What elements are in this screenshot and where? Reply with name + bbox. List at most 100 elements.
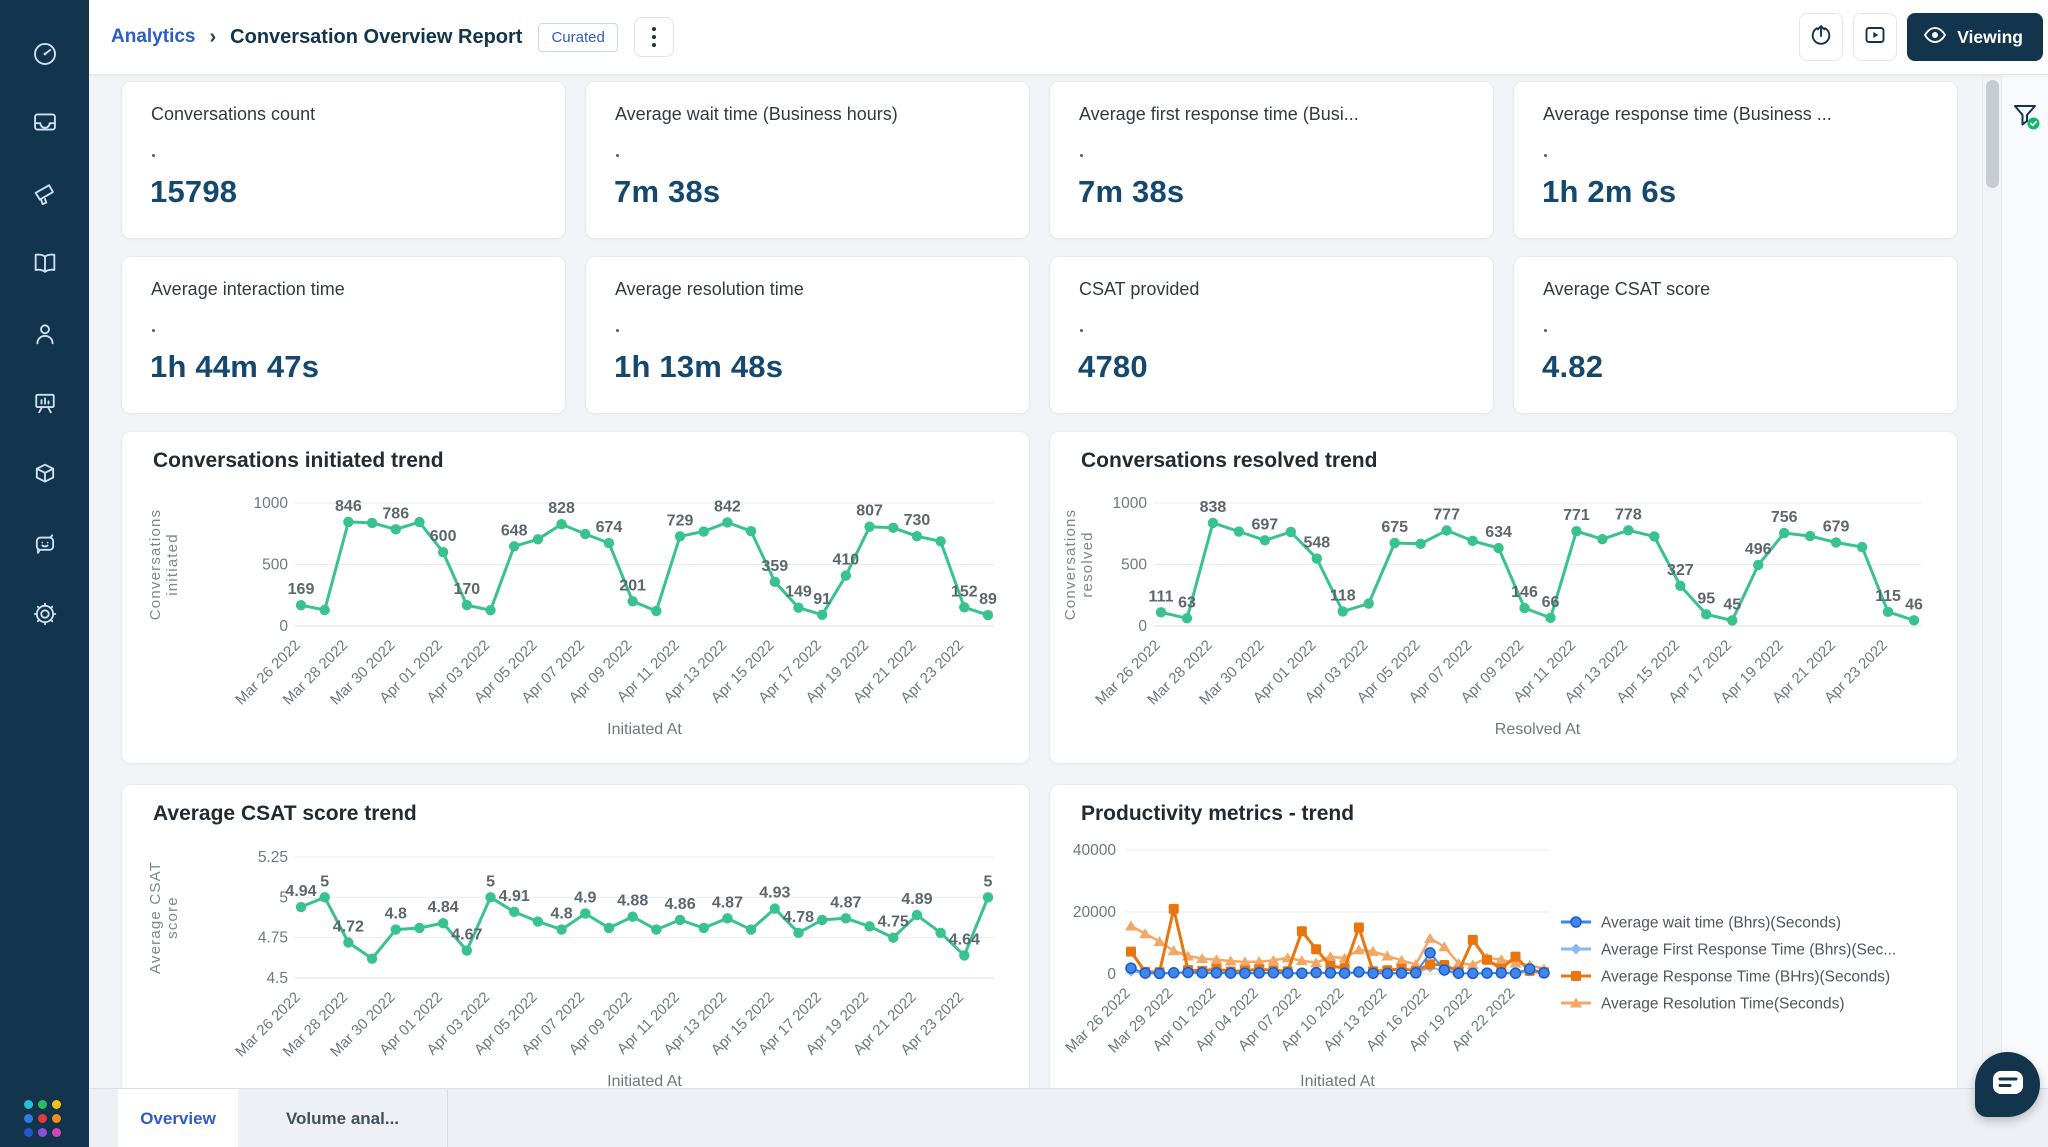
play-rectangle-icon: [1863, 23, 1887, 52]
svg-text:4.72: 4.72: [333, 919, 364, 936]
svg-text:5.25: 5.25: [258, 849, 288, 866]
chart-canvas[interactable]: 05001000ConversationsinitiatedMar 26 202…: [122, 432, 1031, 765]
kpi-dot: [1080, 154, 1083, 157]
svg-text:170: 170: [453, 581, 480, 598]
svg-text:63: 63: [1178, 594, 1196, 611]
svg-text:45: 45: [1723, 596, 1741, 613]
kpi-label: Average first response time (Busi...: [1079, 104, 1469, 125]
scrollbar-thumb[interactable]: [1986, 80, 1999, 188]
filter-funnel-icon: [2012, 122, 2042, 139]
kpi-dot: [1080, 329, 1083, 332]
svg-text:4.9: 4.9: [574, 889, 596, 906]
svg-text:828: 828: [548, 500, 575, 517]
svg-text:777: 777: [1433, 506, 1460, 523]
breadcrumb-separator: ›: [209, 26, 216, 49]
svg-text:89: 89: [979, 591, 997, 608]
chart-canvas[interactable]: 05001000ConversationsresolvedMar 26 2022…: [1050, 432, 1959, 765]
bot-icon: [31, 530, 59, 563]
kpi-average-resolution-time[interactable]: Average resolution time 1h 13m 48s: [585, 256, 1030, 414]
svg-text:Initiated At: Initiated At: [1300, 1073, 1375, 1088]
megaphone-icon: [31, 180, 59, 213]
svg-text:5: 5: [486, 873, 495, 890]
svg-text:786: 786: [382, 505, 409, 522]
svg-text:5: 5: [320, 873, 329, 890]
svg-text:Initiated At: Initiated At: [607, 721, 682, 738]
svg-text:842: 842: [714, 498, 741, 515]
sidebar-item-bots[interactable]: [0, 518, 89, 574]
chart-title: Conversations initiated trend: [153, 449, 444, 473]
kpi-average-first-response-time[interactable]: Average first response time (Busi... 7m …: [1049, 81, 1494, 239]
svg-text:Conversationsinitiated: Conversationsinitiated: [147, 509, 181, 620]
sidebar-item-contacts[interactable]: [0, 308, 89, 364]
sidebar-item-dashboard[interactable]: [0, 28, 89, 84]
kpi-csat-provided[interactable]: CSAT provided 4780: [1049, 256, 1494, 414]
vertical-scrollbar[interactable]: [1982, 75, 2001, 1147]
kpi-average-wait-time[interactable]: Average wait time (Business hours) 7m 38…: [585, 81, 1030, 239]
more-options-button[interactable]: [634, 17, 674, 57]
chart-title: Average CSAT score trend: [153, 802, 417, 826]
chat-widget-button[interactable]: [1975, 1052, 2040, 1117]
kpi-label: CSAT provided: [1079, 279, 1469, 300]
svg-text:807: 807: [856, 503, 883, 520]
sidebar-item-analytics[interactable]: [0, 377, 89, 433]
svg-text:115: 115: [1875, 588, 1901, 605]
kpi-average-csat-score[interactable]: Average CSAT score 4.82: [1513, 256, 1958, 414]
svg-text:Conversationsresolved: Conversationsresolved: [1062, 509, 1096, 620]
productivity-metrics-trend-chart[interactable]: 02000040000Mar 26 2022Mar 29 2022Apr 01 …: [1049, 784, 1958, 1088]
kpi-label: Average wait time (Business hours): [615, 104, 1005, 125]
gauge-icon: [31, 40, 59, 73]
tab-overview[interactable]: Overview: [118, 1089, 238, 1147]
app-switcher-icon[interactable]: [24, 1100, 66, 1142]
export-icon: [1809, 23, 1833, 52]
present-button[interactable]: [1853, 13, 1897, 61]
svg-text:4.88: 4.88: [617, 893, 648, 910]
kpi-conversations-count[interactable]: Conversations count 15798: [121, 81, 566, 239]
viewing-label: Viewing: [1957, 27, 2023, 48]
kpi-average-interaction-time[interactable]: Average interaction time 1h 44m 47s: [121, 256, 566, 414]
svg-text:66: 66: [1542, 594, 1560, 611]
kpi-dot: [152, 154, 155, 157]
kpi-value: 7m 38s: [614, 174, 720, 210]
svg-text:729: 729: [667, 512, 694, 529]
kpi-dot: [1544, 154, 1547, 157]
sidebar-item-campaigns[interactable]: [0, 168, 89, 224]
svg-text:Resolved At: Resolved At: [1495, 721, 1581, 738]
kpi-value: 15798: [150, 174, 237, 210]
kpi-value: 4.82: [1542, 349, 1603, 385]
svg-text:4.89: 4.89: [901, 891, 932, 908]
export-button[interactable]: [1799, 13, 1843, 61]
svg-text:Initiated At: Initiated At: [607, 1073, 682, 1088]
svg-text:648: 648: [501, 522, 528, 539]
svg-text:4.75: 4.75: [878, 914, 909, 931]
svg-text:0: 0: [1107, 966, 1116, 983]
svg-text:410: 410: [833, 552, 860, 569]
kpi-label: Average response time (Business ...: [1543, 104, 1933, 125]
sidebar-item-knowledge-base[interactable]: [0, 237, 89, 293]
breadcrumb-analytics[interactable]: Analytics: [111, 26, 195, 48]
conversations-resolved-trend-chart[interactable]: 05001000ConversationsresolvedMar 26 2022…: [1049, 431, 1958, 764]
svg-text:1000: 1000: [1113, 495, 1148, 512]
svg-text:0: 0: [1138, 618, 1147, 635]
kpi-average-response-time[interactable]: Average response time (Business ... 1h 2…: [1513, 81, 1958, 239]
conversations-initiated-trend-chart[interactable]: 05001000ConversationsinitiatedMar 26 202…: [121, 431, 1030, 764]
svg-text:Average CSATscore: Average CSATscore: [147, 861, 181, 974]
sidebar-item-settings[interactable]: [0, 588, 89, 644]
average-csat-score-trend-chart[interactable]: 4.54.7555.25Average CSATscoreMar 26 2022…: [121, 784, 1030, 1088]
chart-canvas[interactable]: 02000040000Mar 26 2022Mar 29 2022Apr 01 …: [1050, 785, 1959, 1088]
viewing-button[interactable]: Viewing: [1907, 13, 2043, 61]
kpi-label: Average resolution time: [615, 279, 1005, 300]
sidebar-item-inbox[interactable]: [0, 96, 89, 152]
svg-text:169: 169: [288, 581, 315, 598]
chart-canvas[interactable]: 4.54.7555.25Average CSATscoreMar 26 2022…: [122, 785, 1031, 1088]
filters-button[interactable]: [2012, 103, 2040, 133]
chart-title: Productivity metrics - trend: [1081, 802, 1354, 826]
svg-text:500: 500: [262, 557, 288, 574]
tab-volume-analysis[interactable]: Volume anal...: [238, 1089, 448, 1147]
svg-text:40000: 40000: [1073, 842, 1116, 859]
svg-text:4.93: 4.93: [759, 885, 790, 902]
kpi-dot: [152, 329, 155, 332]
sidebar-item-apps[interactable]: [0, 448, 89, 504]
svg-text:679: 679: [1823, 518, 1850, 535]
kpi-value: 1h 13m 48s: [614, 349, 783, 385]
svg-text:4.91: 4.91: [499, 888, 530, 905]
